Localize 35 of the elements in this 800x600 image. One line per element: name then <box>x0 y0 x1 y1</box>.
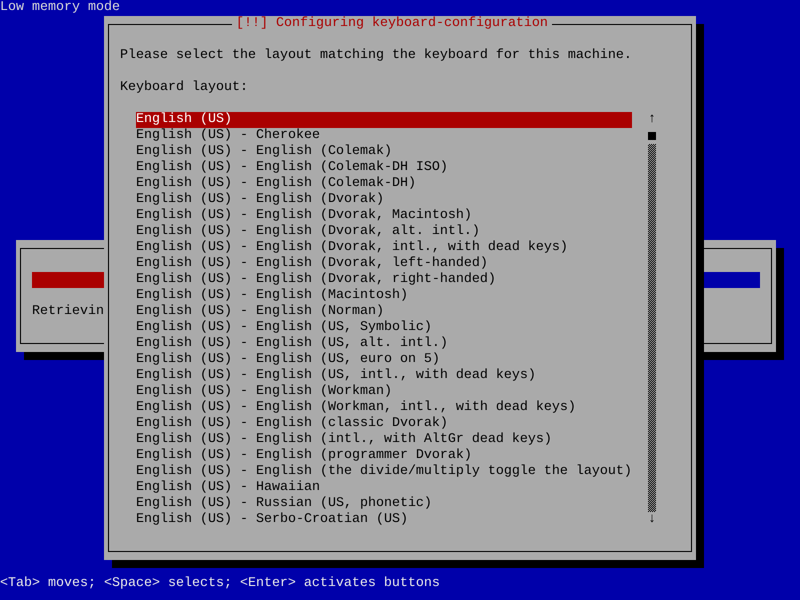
layout-option[interactable]: English (US) - English (Dvorak) <box>136 192 632 208</box>
layout-option[interactable]: English (US) - English (US, Symbolic) <box>136 320 632 336</box>
layout-option[interactable]: English (US) - English (Workman, intl., with dead keys) <box>136 400 632 416</box>
layout-option[interactable]: English (US) <box>136 112 632 128</box>
layout-option[interactable]: English (US) - English (Dvorak, intl., with dead keys) <box>136 240 632 256</box>
layout-option[interactable]: English (US) - Russian (US, phonetic) <box>136 496 632 512</box>
layout-option[interactable]: English (US) - English (programmer Dvorak) <box>136 448 632 464</box>
layout-option[interactable]: English (US) - English (Workman) <box>136 384 632 400</box>
layout-option[interactable]: English (US) - English (US, alt. intl.) <box>136 336 632 352</box>
layout-option[interactable]: English (US) - English (Norman) <box>136 304 632 320</box>
layout-option[interactable]: English (US) - English (Dvorak, Macintosh) <box>136 208 632 224</box>
scroll-thumb[interactable] <box>648 132 656 140</box>
layout-option[interactable]: English (US) - English (Colemak-DH ISO) <box>136 160 632 176</box>
list-label: Keyboard layout: <box>120 80 249 96</box>
layout-option[interactable]: English (US) - English (Macintosh) <box>136 288 632 304</box>
layout-option[interactable]: English (US) - Serbo-Croatian (US) <box>136 512 632 528</box>
mode-label: Low memory mode <box>0 0 120 16</box>
dialog-prompt: Please select the layout matching the keyboard for this machine. <box>120 48 633 64</box>
layout-option[interactable]: English (US) - English (US, euro on 5) <box>136 352 632 368</box>
progress-status: Retrievin <box>32 304 104 320</box>
layout-option[interactable]: English (US) - English (US, intl., with dead keys) <box>136 368 632 384</box>
layout-option[interactable]: English (US) - English (classic Dvorak) <box>136 416 632 432</box>
layout-option[interactable]: English (US) - Hawaiian <box>136 480 632 496</box>
key-hints: <Tab> moves; <Space> selects; <Enter> activates buttons <box>0 576 440 592</box>
scroll-up-arrow[interactable]: ↑ <box>648 112 656 128</box>
layout-option[interactable]: English (US) - English (intl., with AltGr dead keys) <box>136 432 632 448</box>
layout-option[interactable]: English (US) - English (Dvorak, alt. intl.) <box>136 224 632 240</box>
layout-option[interactable]: English (US) - English (the divide/multiply toggle the layout) <box>136 464 632 480</box>
layout-option[interactable]: English (US) - English (Colemak) <box>136 144 632 160</box>
layout-option[interactable]: English (US) - Cherokee <box>136 128 632 144</box>
dialog-title: [!!] Configuring keyboard-configuration <box>232 16 552 32</box>
scroll-down-arrow[interactable]: ↓ <box>648 512 656 528</box>
layout-option[interactable]: English (US) - English (Colemak-DH) <box>136 176 632 192</box>
layout-option[interactable]: English (US) - English (Dvorak, right-handed) <box>136 272 632 288</box>
layout-option[interactable]: English (US) - English (Dvorak, left-handed) <box>136 256 632 272</box>
